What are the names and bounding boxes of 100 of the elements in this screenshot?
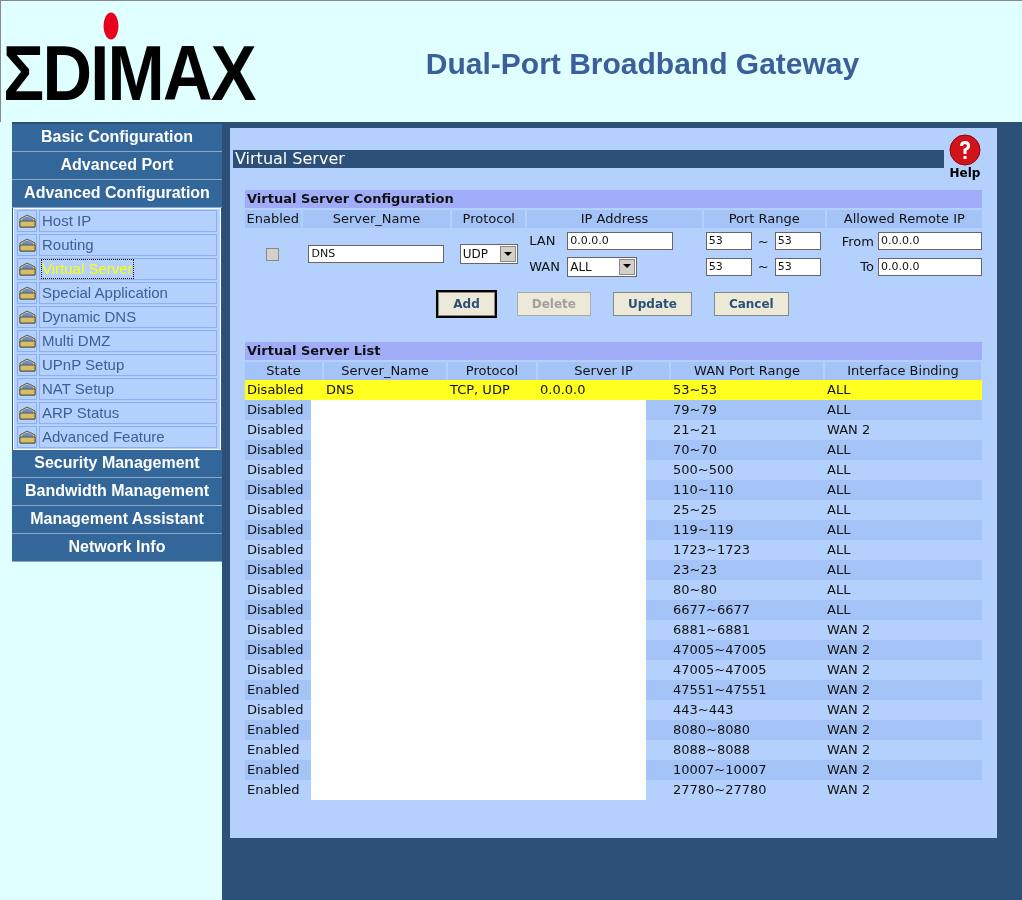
table-cell: WAN 2: [827, 422, 871, 437]
field-label: From: [841, 232, 874, 251]
section-title: Virtual Server Configuration: [245, 190, 982, 208]
table-cell: WAN 2: [827, 742, 871, 757]
dropdown[interactable]: UDP: [459, 244, 518, 264]
table-cell: 53~53: [673, 382, 717, 397]
table-cell: DNS: [326, 382, 354, 397]
table-cell: 8088~8088: [673, 742, 751, 757]
table-cell: 27780~27780: [673, 782, 767, 797]
table-row[interactable]: Disabled 119~119 ALL: [245, 520, 982, 540]
input-field[interactable]: 53: [774, 232, 821, 251]
table-cell: WAN 2: [827, 782, 871, 797]
input-field[interactable]: 0.0.0.0: [567, 232, 674, 250]
field-label: WAN: [529, 258, 558, 276]
sidebar-item[interactable]: Management Assistant: [12, 506, 222, 534]
table-row[interactable]: Disabled DNS TCP, UDP 0.0.0.0 53~53 ALL: [245, 380, 982, 400]
help-label[interactable]: Help: [949, 166, 981, 180]
table-cell: 47551~47551: [673, 682, 767, 697]
table-row[interactable]: Disabled 6677~6677 ALL: [245, 600, 982, 620]
table-cell: ALL: [827, 562, 851, 577]
table-row[interactable]: Disabled 110~110 ALL: [245, 480, 982, 500]
page-title-bar: Virtual Server: [233, 150, 944, 168]
logo: ΣDIMAX: [3, 44, 255, 102]
table-cell: Disabled: [247, 502, 304, 517]
input-field[interactable]: 0.0.0.0: [878, 257, 982, 276]
sidebar-item[interactable]: Basic Configuration: [12, 124, 222, 152]
table-cell: Enabled: [247, 682, 300, 697]
header-title: Dual-Port Broadband Gateway: [425, 46, 860, 82]
column-header: Server_Name: [302, 210, 451, 228]
action-button[interactable]: Add: [438, 292, 495, 316]
table-cell: ALL: [827, 602, 851, 617]
range-separator: ~: [757, 258, 769, 276]
table-cell: Disabled: [247, 442, 304, 457]
table-cell: 0.0.0.0: [540, 382, 586, 397]
table-cell: 79~79: [673, 402, 717, 417]
table-row[interactable]: Enabled 10007~10007 WAN 2: [245, 760, 982, 780]
table-cell: 110~110: [673, 482, 734, 497]
table-cell: Disabled: [247, 422, 304, 437]
input-field[interactable]: 0.0.0.0: [878, 232, 982, 251]
table-cell: Disabled: [247, 622, 304, 637]
sidebar-item[interactable]: Security Management: [12, 450, 222, 478]
table-cell: Disabled: [247, 642, 304, 657]
column-header: Server IP: [538, 362, 669, 380]
sidebar-item[interactable]: Advanced Port: [12, 152, 222, 180]
table-cell: ALL: [827, 482, 851, 497]
table-cell: 25~25: [673, 502, 717, 517]
table-cell: 80~80: [673, 582, 717, 597]
table-cell: WAN 2: [827, 722, 871, 737]
table-cell: WAN 2: [827, 642, 871, 657]
table-cell: 23~23: [673, 562, 717, 577]
table-cell: 70~70: [673, 442, 717, 457]
action-button[interactable]: Update: [613, 292, 692, 316]
table-cell: 119~119: [673, 522, 734, 537]
column-header: Port Range: [703, 210, 825, 228]
input-field[interactable]: 53: [705, 257, 752, 276]
table-cell: 8080~8080: [673, 722, 751, 737]
table-cell: Disabled: [247, 482, 304, 497]
table-row[interactable]: Disabled 47005~47005 WAN 2: [245, 640, 982, 660]
table-cell: ALL: [827, 382, 851, 397]
range-separator: ~: [757, 232, 769, 251]
table-cell: WAN 2: [827, 762, 871, 777]
table-cell: 443~443: [673, 702, 734, 717]
table-cell: Disabled: [247, 402, 304, 417]
table-cell: ALL: [827, 502, 851, 517]
table-cell: Disabled: [247, 542, 304, 557]
table-cell: WAN 2: [827, 662, 871, 677]
table-cell: WAN 2: [827, 622, 871, 637]
dropdown[interactable]: ALL: [567, 256, 638, 277]
column-header: Enabled: [245, 210, 301, 228]
table-cell: Enabled: [247, 762, 300, 777]
table-cell: Enabled: [247, 782, 300, 797]
sidebar-item[interactable]: Network Info: [12, 534, 222, 562]
action-button[interactable]: Cancel: [713, 292, 789, 316]
table-cell: Disabled: [247, 702, 304, 717]
table-cell: ALL: [827, 462, 851, 477]
table-cell: ALL: [827, 582, 851, 597]
table-cell: Enabled: [247, 722, 300, 737]
sidebar-item[interactable]: Bandwidth Management: [12, 478, 222, 506]
table-row[interactable]: Disabled 79~79 ALL: [245, 400, 982, 420]
column-header: State: [245, 362, 322, 380]
column-header: Server_Name: [324, 362, 446, 380]
column-header: IP Address: [527, 210, 702, 228]
table-cell: WAN 2: [827, 682, 871, 697]
table-row[interactable]: Disabled 23~23 ALL: [245, 560, 982, 580]
input-field[interactable]: 53: [774, 257, 821, 276]
dropdown-value: ALL: [570, 258, 592, 276]
table-row[interactable]: Enabled 8080~8080 WAN 2: [245, 720, 982, 740]
field-label: To: [860, 258, 874, 276]
table-cell: 10007~10007: [673, 762, 767, 777]
table-cell: ALL: [827, 542, 851, 557]
input-field[interactable]: 53: [705, 232, 752, 251]
table-row[interactable]: Enabled 47551~47551 WAN 2: [245, 680, 982, 700]
table-cell: Disabled: [247, 602, 304, 617]
table-cell: 500~500: [673, 462, 734, 477]
sidebar-item[interactable]: Advanced Configuration: [12, 180, 222, 208]
input-field[interactable]: DNS: [308, 245, 445, 263]
column-header: Protocol: [452, 210, 526, 228]
table-cell: 47005~47005: [673, 662, 767, 677]
table-cell: 6677~6677: [673, 602, 751, 617]
table-row[interactable]: Disabled 70~70 ALL: [245, 440, 982, 460]
